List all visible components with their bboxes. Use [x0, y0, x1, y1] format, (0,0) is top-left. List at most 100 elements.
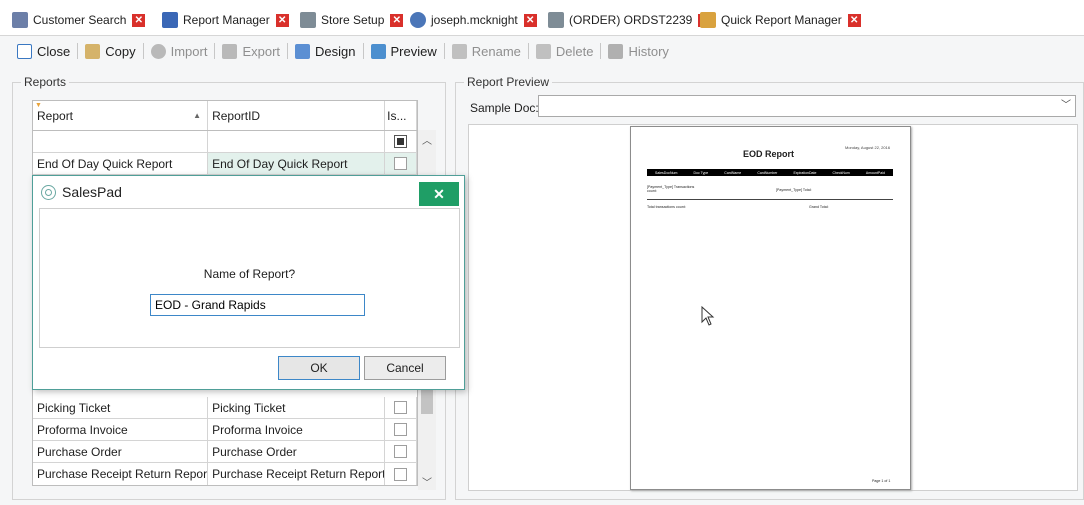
close-icon[interactable]: ✕ [523, 13, 537, 27]
tab-order[interactable]: (ORDER) ORDST2239 ✕ [548, 11, 712, 29]
is-cell[interactable] [385, 441, 417, 462]
ok-button[interactable]: OK [278, 356, 360, 380]
close-icon[interactable]: ✕ [390, 13, 404, 27]
row-checkbox[interactable] [394, 445, 408, 458]
tab-label: Quick Report Manager [721, 13, 842, 27]
close-button[interactable]: Close [12, 40, 75, 62]
export-label: Export [242, 43, 281, 59]
table-row[interactable]: Proforma Invoice Proforma Invoice [33, 419, 417, 441]
report-name-cell[interactable]: Purchase Order [33, 441, 209, 462]
reports-group-label: Reports [21, 75, 70, 89]
is-cell[interactable] [385, 397, 417, 418]
report-manager-icon [162, 12, 178, 28]
toolbar: Close Copy Import Export Design Preview … [0, 38, 1084, 64]
filter-checkbox[interactable] [394, 135, 408, 148]
tab-label: Report Manager [183, 13, 270, 27]
history-icon [608, 43, 624, 59]
separator [214, 43, 216, 59]
report-id-cell[interactable]: Picking Ticket [208, 397, 386, 418]
user-icon [410, 12, 426, 28]
tab-label: Customer Search [33, 13, 127, 27]
column-header-report[interactable]: Report ▲ ▼ [33, 101, 209, 130]
column-header-is[interactable]: Is... [385, 101, 417, 130]
column-header-report-id[interactable]: ReportID [208, 101, 386, 130]
dialog-close-button[interactable]: ✕ [419, 182, 459, 206]
scroll-up-icon[interactable]: ︿ [418, 132, 436, 147]
tab-customer-search[interactable]: Customer Search ✕ [12, 11, 146, 29]
report-column: Doc Type [693, 170, 709, 175]
report-group-header: [Payment_Type] Transactions count: [647, 185, 695, 193]
close-icon[interactable]: ✕ [275, 13, 289, 27]
tab-store-setup[interactable]: Store Setup ✕ [300, 11, 404, 29]
report-title: EOD Report [743, 149, 795, 159]
tab-quick-report-manager[interactable]: Quick Report Manager ✕ [700, 11, 861, 29]
close-icon[interactable]: ✕ [132, 13, 146, 27]
import-label: Import [170, 43, 208, 59]
table-row[interactable]: Purchase Receipt Return Report Purchase … [33, 463, 417, 485]
copy-button[interactable]: Copy [80, 40, 140, 62]
row-checkbox[interactable] [394, 157, 408, 170]
export-icon [222, 43, 238, 59]
export-button[interactable]: Export [217, 40, 285, 62]
preview-icon [370, 43, 386, 59]
sample-doc-dropdown[interactable]: ﹀ [538, 95, 1076, 117]
name-report-dialog: SalesPad ✕ Name of Report? OK Cancel [32, 175, 465, 390]
store-setup-icon [300, 12, 316, 28]
import-button[interactable]: Import [146, 40, 213, 62]
delete-label: Delete [555, 43, 594, 59]
report-name-cell[interactable]: Proforma Invoice [33, 419, 209, 440]
header-label: ReportID [212, 108, 261, 123]
report-rule [647, 199, 893, 200]
report-name-cell[interactable]: Purchase Receipt Return Report [33, 463, 209, 485]
design-icon [295, 43, 311, 59]
scroll-down-icon[interactable]: ﹀ [418, 474, 436, 489]
report-date: Monday, August 22, 2016 [845, 145, 891, 150]
report-id-cell[interactable]: Purchase Receipt Return Report [208, 463, 386, 485]
report-id-cell[interactable]: End Of Day Quick Report [208, 153, 386, 174]
table-row[interactable]: Picking Ticket Picking Ticket [33, 397, 417, 419]
row-checkbox[interactable] [394, 423, 408, 436]
design-button[interactable]: Design [290, 40, 360, 62]
header-label: Is... [387, 108, 407, 123]
filter-is-cell[interactable] [385, 131, 417, 152]
history-button[interactable]: History [603, 40, 673, 62]
tab-report-manager[interactable]: Report Manager ✕ [162, 11, 289, 29]
tab-user[interactable]: joseph.mcknight ✕ [410, 11, 537, 29]
cancel-button[interactable]: Cancel [364, 356, 446, 380]
is-cell[interactable] [385, 419, 417, 440]
preview-button[interactable]: Preview [366, 40, 442, 62]
delete-button[interactable]: Delete [531, 40, 599, 62]
import-icon [150, 43, 166, 59]
sample-doc-label: Sample Doc: [470, 101, 539, 115]
table-row[interactable]: End Of Day Quick Report End Of Day Quick… [33, 153, 417, 175]
table-row[interactable]: Purchase Order Purchase Order [33, 441, 417, 463]
dialog-body: Name of Report? [39, 208, 460, 348]
is-cell[interactable] [385, 463, 417, 485]
close-icon[interactable]: ✕ [847, 13, 861, 27]
salespad-logo-icon [41, 184, 56, 200]
filter-indicator-icon: ▼ [35, 102, 42, 109]
report-id-cell[interactable]: Proforma Invoice [208, 419, 386, 440]
is-cell[interactable] [385, 153, 417, 174]
chevron-down-icon[interactable]: ﹀ [1057, 96, 1075, 116]
separator [362, 43, 364, 59]
row-checkbox[interactable] [394, 401, 408, 414]
report-name-cell[interactable]: End Of Day Quick Report [33, 153, 209, 174]
filter-report-cell[interactable] [33, 131, 209, 152]
rename-button[interactable]: Rename [447, 40, 526, 62]
report-column: SalesDocNum [655, 170, 678, 175]
report-column-bar: SalesDocNum Doc Type CardName CardNumber… [647, 169, 893, 176]
separator [600, 43, 602, 59]
report-page-footer: Page 1 of 1 [872, 479, 891, 483]
report-name-input[interactable] [150, 294, 365, 316]
mouse-cursor-icon [701, 306, 715, 326]
report-name-cell[interactable]: Picking Ticket [33, 397, 209, 418]
report-page: EOD Report Monday, August 22, 2016 Sales… [630, 126, 911, 490]
dialog-prompt: Name of Report? [203, 267, 296, 281]
separator [77, 43, 79, 59]
filter-row[interactable] [33, 131, 417, 153]
report-id-cell[interactable]: Purchase Order [208, 441, 386, 462]
report-column: AmountPaid [865, 170, 885, 175]
filter-report-id-cell[interactable] [208, 131, 386, 152]
row-checkbox[interactable] [394, 467, 408, 481]
